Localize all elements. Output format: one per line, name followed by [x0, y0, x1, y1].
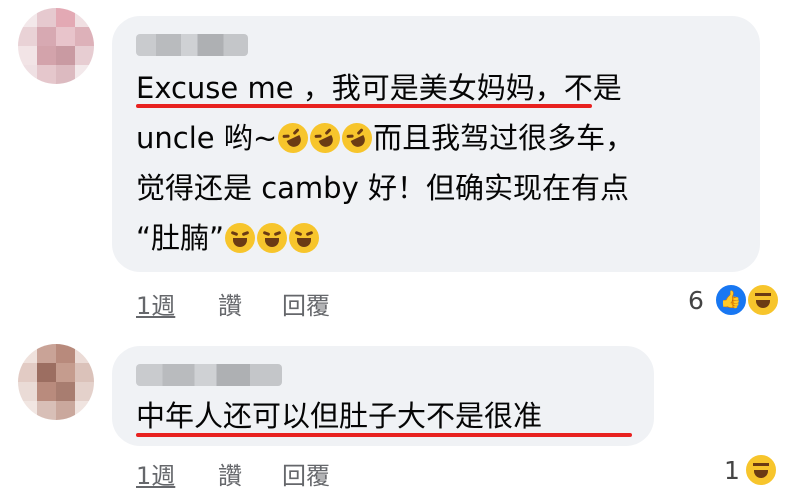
- red-underline: [136, 433, 632, 437]
- haha-icon[interactable]: [746, 283, 780, 317]
- reaction-count[interactable]: 1: [724, 456, 740, 485]
- like-icon[interactable]: 👍: [714, 283, 748, 317]
- timestamp-link[interactable]: 1週: [136, 286, 175, 321]
- commenter-name[interactable]: [136, 364, 282, 386]
- comment-text-line: 中年人还可以但肚子大不是很准: [136, 399, 543, 433]
- comment-text-segment: 而且我驾过很多车，: [373, 121, 635, 155]
- comment-text-segment: uncle 哟~: [136, 121, 278, 155]
- rolling-laughing-icon: [337, 118, 378, 158]
- commenter-name[interactable]: [136, 34, 248, 56]
- red-underline: [136, 104, 592, 108]
- avatar[interactable]: [18, 8, 94, 84]
- tears-of-joy-icon: [289, 223, 320, 253]
- comment-text-line: 觉得还是 camby 好！但确实现在有点: [136, 171, 629, 205]
- timestamp-link[interactable]: 1週: [136, 456, 175, 491]
- comment-text-line: uncle 哟~ 而且我驾过很多车，: [136, 118, 635, 158]
- like-button[interactable]: 讚: [218, 286, 242, 321]
- tears-of-joy-icon: [257, 223, 288, 253]
- comment-text-segment: “肚腩”: [136, 221, 225, 255]
- tears-of-joy-icon: [225, 223, 256, 253]
- reply-button[interactable]: 回覆: [282, 456, 330, 491]
- avatar[interactable]: [18, 344, 94, 420]
- rolling-laughing-icon: [273, 118, 314, 158]
- reaction-count[interactable]: 6: [688, 286, 704, 315]
- haha-icon[interactable]: [744, 453, 778, 487]
- comment-text-line: “肚腩”: [136, 220, 320, 256]
- comment-text-line: Excuse me ，我可是美女妈妈，不是: [136, 71, 622, 105]
- reply-button[interactable]: 回覆: [282, 286, 330, 321]
- rolling-laughing-icon: [305, 118, 346, 158]
- like-button[interactable]: 讚: [218, 456, 242, 491]
